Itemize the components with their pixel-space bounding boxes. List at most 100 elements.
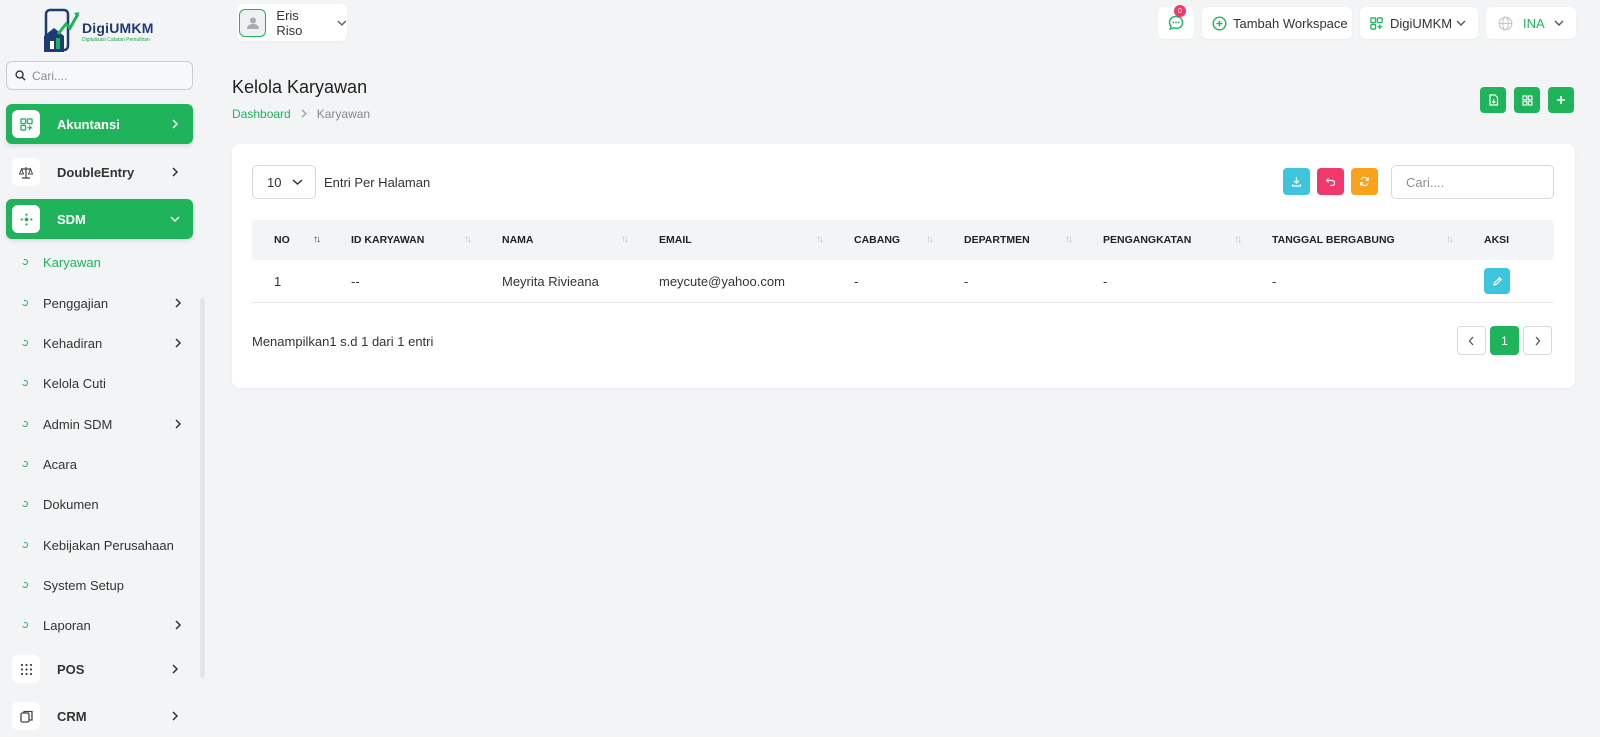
sidebar-search-input[interactable]: Cari.... (6, 61, 193, 90)
sidebar-item-crm[interactable]: CRM (6, 696, 193, 736)
sidebar-item-akuntansi[interactable]: Akuntansi (6, 104, 193, 144)
chevron-down-icon (1456, 20, 1466, 26)
user-icon (246, 17, 259, 29)
sidebar-item-doubleentry[interactable]: DoubleEntry (6, 152, 193, 192)
import-file-button[interactable] (1480, 87, 1506, 113)
language-switcher[interactable]: INA (1486, 7, 1576, 39)
file-import-icon (1488, 94, 1498, 106)
chevron-right-icon (301, 107, 307, 121)
grid-view-button[interactable] (1514, 87, 1540, 113)
sidebar-subitem-label: Kelola Cuti (43, 375, 106, 391)
refresh-icon (1360, 176, 1369, 187)
pagination-info: Menampilkan1 s.d 1 dari 1 entri (252, 334, 434, 349)
brand-tagline: Digitalisasi Catatan Pemulihan (82, 36, 150, 43)
bullet-icon (21, 621, 29, 629)
sidebar-subitem-kebijakan-perusahaan[interactable]: Kebijakan Perusahaan (21, 533, 182, 557)
sidebar-scrollbar[interactable] (200, 298, 205, 678)
grid-plus-icon (12, 110, 40, 138)
column-header-id-karyawan[interactable]: ID KARYAWAN ↑↓ (329, 220, 480, 260)
sidebar-subitem-label: Acara (43, 456, 77, 472)
sidebar-subitem-label: System Setup (43, 577, 124, 593)
workspace-switcher[interactable]: DigiUMKM (1360, 7, 1478, 39)
bullet-icon (21, 258, 29, 266)
user-menu-button[interactable]: Eris Riso (237, 4, 347, 41)
sidebar: DigiUMKM Digitalisasi Catatan Pemulihan … (0, 0, 200, 737)
brand-logo[interactable]: DigiUMKM Digitalisasi Catatan Pemulihan (42, 6, 162, 56)
column-header-departmen[interactable]: DEPARTMEN ↑↓ (942, 220, 1081, 260)
column-header-no[interactable]: NO ↑↓ (252, 220, 329, 260)
sidebar-subitem-label: Admin SDM (43, 416, 113, 432)
chevron-right-icon (175, 338, 182, 348)
entries-per-page-label: Entri Per Halaman (324, 175, 431, 190)
cell-tanggal-bergabung: - (1272, 273, 1277, 289)
column-header-pengangkatan[interactable]: PENGANGKATAN ↑↓ (1081, 220, 1250, 260)
sort-icon: ↑↓ (1065, 234, 1073, 245)
sidebar-item-sdm[interactable]: SDM (6, 199, 193, 239)
copy-icon (12, 702, 40, 730)
plus-circle-icon (1212, 15, 1227, 31)
pagination-page-button[interactable]: 1 (1490, 326, 1519, 355)
sidebar-subitem-system-setup[interactable]: System Setup (21, 573, 182, 597)
chevron-left-icon (1468, 336, 1474, 345)
add-employee-button[interactable] (1548, 87, 1574, 113)
sidebar-subitem-kehadiran[interactable]: Kehadiran (21, 331, 182, 355)
logo-icon (44, 8, 80, 52)
messages-count-badge: 0 (1174, 5, 1186, 17)
export-button[interactable] (1283, 168, 1310, 195)
employee-table: NO ↑↓ ID KARYAWAN ↑↓ NAMA ↑↓ EMAIL ↑↓ CABANG… (252, 220, 1554, 303)
pencil-icon (1492, 276, 1502, 286)
edit-button[interactable] (1484, 268, 1510, 294)
sidebar-item-label: DoubleEntry (57, 164, 135, 180)
grid-plus-icon (1370, 16, 1383, 30)
pagination: 1 (1457, 326, 1552, 355)
chevron-right-icon (165, 664, 185, 674)
add-workspace-button[interactable]: Tambah Workspace (1202, 7, 1352, 39)
sidebar-subitem-penggajian[interactable]: Penggajian (21, 291, 182, 315)
bullet-icon (21, 379, 29, 387)
download-icon (1291, 177, 1302, 187)
sidebar-item-pos[interactable]: POS (6, 649, 193, 689)
column-header-nama[interactable]: NAMA ↑↓ (480, 220, 637, 260)
sort-icon: ↑↓ (1446, 234, 1454, 245)
chevron-right-icon (175, 298, 182, 308)
sort-icon: ↑↓ (816, 234, 824, 245)
table-search-placeholder: Cari.... (1406, 174, 1445, 190)
pagination-prev-button[interactable] (1457, 326, 1486, 355)
chevron-down-icon (337, 20, 347, 26)
header-actions (1480, 87, 1574, 113)
sidebar-subitem-label: Penggajian (43, 295, 109, 311)
reset-filter-button[interactable] (1317, 168, 1344, 195)
table-header: NO ↑↓ ID KARYAWAN ↑↓ NAMA ↑↓ EMAIL ↑↓ CABANG… (252, 220, 1554, 260)
sidebar-subitem-admin-sdm[interactable]: Admin SDM (21, 412, 182, 436)
entries-per-page-select[interactable]: 10 (252, 165, 316, 199)
chevron-right-icon (165, 711, 185, 721)
sidebar-subitem-acara[interactable]: Acara (21, 452, 182, 476)
pagination-next-button[interactable] (1523, 326, 1552, 355)
bullet-icon (21, 299, 29, 307)
column-header-tanggal-bergabung[interactable]: TANGGAL BERGABUNG ↑↓ (1250, 220, 1462, 260)
sort-icon: ↑↓ (313, 234, 321, 245)
messages-button[interactable]: 0 (1158, 5, 1194, 39)
cell-id-karyawan: -- (351, 273, 360, 289)
column-header-cabang[interactable]: CABANG ↑↓ (832, 220, 942, 260)
entries-per-page-value: 10 (267, 174, 282, 190)
breadcrumb-home-link[interactable]: Dashboard (232, 107, 291, 121)
table-search-input[interactable]: Cari.... (1391, 165, 1554, 199)
sidebar-subitem-karyawan[interactable]: Karyawan (21, 250, 182, 274)
search-icon (15, 70, 26, 81)
brand-name: DigiUMKM (82, 19, 154, 36)
chevron-down-icon (165, 215, 185, 223)
sidebar-item-label: Akuntansi (57, 116, 120, 132)
column-header-email[interactable]: EMAIL ↑↓ (637, 220, 832, 260)
grid-icon (1521, 94, 1533, 106)
plus-icon (1557, 96, 1565, 104)
refresh-button[interactable] (1351, 168, 1378, 195)
cell-aksi (1462, 268, 1554, 294)
sidebar-subitem-laporan[interactable]: Laporan (21, 613, 182, 637)
sidebar-item-label: POS (57, 661, 85, 677)
sidebar-item-label: SDM (57, 211, 86, 227)
sidebar-subitem-label: Laporan (43, 617, 91, 633)
chat-icon (1168, 15, 1184, 31)
sidebar-subitem-dokumen[interactable]: Dokumen (21, 492, 182, 516)
sidebar-subitem-kelola-cuti[interactable]: Kelola Cuti (21, 371, 182, 395)
